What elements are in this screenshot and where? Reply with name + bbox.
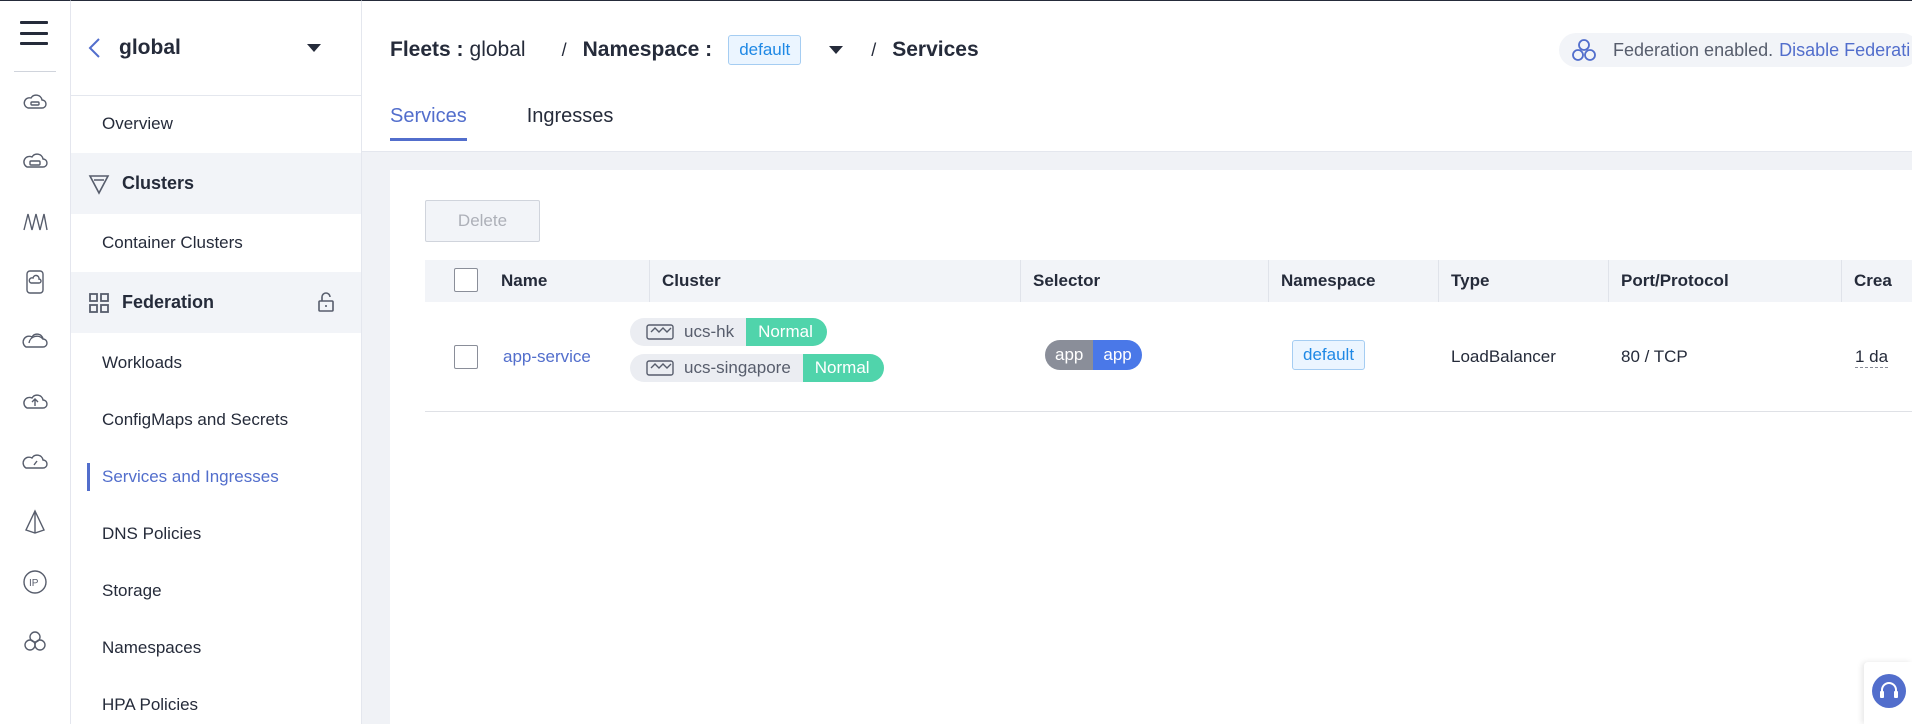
sidebar-item-workloads[interactable]: Workloads <box>71 353 361 373</box>
sidebar-group-clusters-label: Clusters <box>122 173 195 193</box>
cloud-gauge-icon[interactable] <box>21 448 49 476</box>
tab-services[interactable]: Services <box>390 105 467 141</box>
prism-icon[interactable] <box>21 508 49 536</box>
service-type: LoadBalancer <box>1451 347 1556 366</box>
top-bar: Fleets : global / Namespace : default / … <box>362 1 1912 152</box>
cloud-upload-icon[interactable] <box>21 388 49 416</box>
cloud-icon[interactable] <box>21 89 49 117</box>
cluster-wave-icon[interactable] <box>21 208 49 236</box>
breadcrumb-separator: / <box>561 39 567 60</box>
column-selector[interactable]: Selector <box>1020 260 1100 302</box>
main-content: Fleets : global / Namespace : default / … <box>362 0 1912 724</box>
namespace-dropdown-caret-icon[interactable] <box>829 46 844 54</box>
sidebar-item-dns-policies[interactable]: DNS Policies <box>71 524 361 544</box>
cluster-tag: ucs-singapore Normal <box>630 354 884 382</box>
select-all-checkbox[interactable] <box>454 268 478 292</box>
column-type[interactable]: Type <box>1438 260 1489 302</box>
funnel-icon <box>88 174 110 195</box>
fleets-value[interactable]: global <box>470 38 526 62</box>
sidebar: global Overview Clusters Container Clust… <box>71 0 362 724</box>
port-protocol: 80 / TCP <box>1621 347 1688 366</box>
icon-rail: IP <box>0 0 71 724</box>
cluster-status-badge: Normal <box>802 354 884 382</box>
fleet-dropdown-caret-icon[interactable] <box>307 44 321 52</box>
breadcrumb-separator: / <box>871 39 877 60</box>
tab-bar: Services Ingresses <box>390 105 673 141</box>
column-name[interactable]: Name <box>489 260 547 302</box>
cluster-server-icon <box>646 360 674 376</box>
cluster-name: ucs-hk <box>684 322 735 341</box>
sidebar-item-namespaces[interactable]: Namespaces <box>71 638 361 658</box>
page-title: Services <box>892 38 979 61</box>
table-row: app-service ucs-hk Normal ucs-singapore … <box>425 302 1912 412</box>
federation-status-text: Federation enabled. <box>1613 39 1774 60</box>
selector-tag: app app <box>1045 340 1142 370</box>
sidebar-item-storage[interactable]: Storage <box>71 581 361 601</box>
column-created[interactable]: Crea <box>1841 260 1892 302</box>
disable-federation-link[interactable]: Disable Federati <box>1779 40 1910 61</box>
tab-ingresses[interactable]: Ingresses <box>527 105 614 140</box>
namespace-label: Namespace : <box>582 38 713 61</box>
cloud-chip-icon[interactable] <box>21 148 49 176</box>
rail-divider <box>14 71 56 72</box>
fleets-label: Fleets : <box>390 38 464 61</box>
sidebar-item-hpa-policies[interactable]: HPA Policies <box>71 695 361 715</box>
svg-text:IP: IP <box>29 578 39 589</box>
selector-value: app <box>1093 340 1142 370</box>
ip-icon[interactable]: IP <box>21 568 49 596</box>
sidebar-item-container-clusters[interactable]: Container Clusters <box>71 233 361 253</box>
created-time: 1 da <box>1855 347 1889 368</box>
sidebar-group-clusters[interactable]: Clusters <box>71 153 361 214</box>
headset-icon[interactable] <box>1872 674 1906 708</box>
help-widget[interactable] <box>1864 662 1912 724</box>
cluster-tag: ucs-hk Normal <box>630 318 827 346</box>
sidebar-item-services-ingresses[interactable]: Services and Ingresses <box>71 467 361 487</box>
device-icon[interactable] <box>21 268 49 296</box>
back-arrow-icon[interactable] <box>85 36 105 60</box>
column-port-protocol[interactable]: Port/Protocol <box>1608 260 1729 302</box>
namespace-tag: default <box>1292 340 1366 370</box>
services-panel: Delete Name Cluster Selector Namespace T… <box>390 170 1912 724</box>
cluster-status-badge: Normal <box>746 318 827 346</box>
table-header: Name Cluster Selector Namespace Type Por… <box>425 260 1912 302</box>
cluster-name: ucs-singapore <box>684 358 791 377</box>
sidebar-group-federation-label: Federation <box>122 292 215 312</box>
federation-icon <box>1572 39 1596 61</box>
sidebar-group-federation[interactable]: Federation <box>71 272 361 333</box>
cluster-server-icon <box>646 324 674 340</box>
namespace-selector[interactable]: default <box>728 35 802 65</box>
sidebar-header: global <box>71 1 361 96</box>
fleet-title: global <box>119 36 181 59</box>
column-namespace[interactable]: Namespace <box>1268 260 1376 302</box>
unlock-icon[interactable] <box>317 292 335 312</box>
federation-status-banner: Federation enabled. Disable Federati <box>1559 33 1912 67</box>
sidebar-item-overview[interactable]: Overview <box>71 114 361 134</box>
tab-divider <box>362 151 1912 152</box>
delete-button[interactable]: Delete <box>425 200 540 242</box>
service-name-link[interactable]: app-service <box>503 347 591 367</box>
sidebar-item-configmaps-secrets[interactable]: ConfigMaps and Secrets <box>71 410 361 430</box>
selector-key: app <box>1045 340 1094 370</box>
column-cluster[interactable]: Cluster <box>649 260 721 302</box>
cluster-circles-icon[interactable] <box>21 628 49 656</box>
breadcrumb: Fleets : global / Namespace : default / … <box>390 33 979 67</box>
cloud-ring-icon[interactable] <box>21 328 49 356</box>
grid-icon <box>89 292 109 313</box>
row-checkbox[interactable] <box>454 345 478 369</box>
hamburger-menu-icon[interactable] <box>20 19 48 47</box>
